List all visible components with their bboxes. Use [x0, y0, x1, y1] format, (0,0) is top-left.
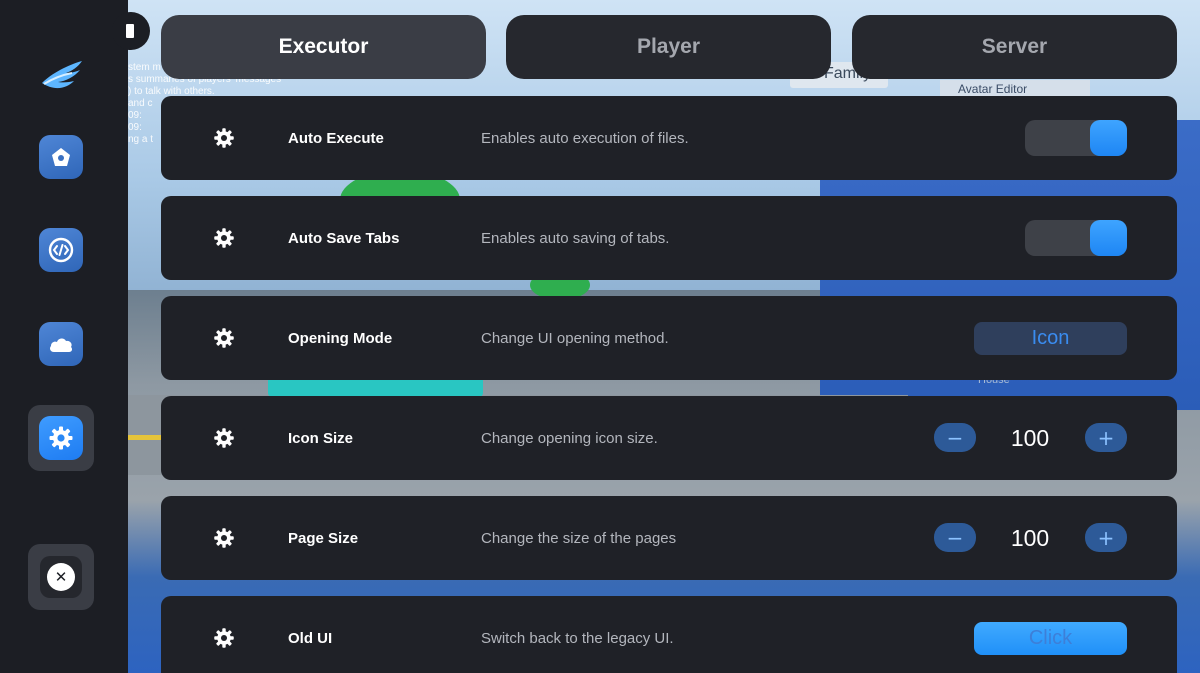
tab-label: Player [636, 35, 701, 58]
setting-description: Change the size of the pages [481, 529, 677, 547]
sidebar-item-home[interactable] [39, 135, 83, 179]
minus-icon: − [946, 425, 964, 450]
setting-title: Page Size [288, 529, 359, 547]
home-icon [52, 148, 70, 166]
opening-mode-button-label: Icon [1031, 327, 1070, 349]
setting-row-icon-size: Icon Size Change opening icon size. − 10… [161, 396, 1177, 480]
setting-row-opening-mode: Opening Mode Change UI opening method. I… [161, 296, 1177, 380]
sidebar-item-settings-inner [39, 416, 83, 460]
setting-row-old-ui: Old UI Switch back to the legacy UI. Cli… [161, 596, 1177, 673]
setting-row-auto-save-tabs: Auto Save Tabs Enables auto saving of ta… [161, 196, 1177, 280]
setting-description: Change UI opening method. [481, 329, 669, 347]
page-size-increase-button[interactable]: + [1085, 523, 1127, 552]
sign-avatar-editor-text: Avatar Editor [958, 82, 1028, 96]
setting-title: Auto Save Tabs [288, 229, 400, 247]
cloud-icon [50, 338, 73, 352]
setting-title: Auto Execute [288, 129, 384, 147]
plus-icon: + [1097, 525, 1115, 550]
page-size-value: 100 [1010, 524, 1050, 551]
gear-icon [214, 328, 234, 348]
page-size-decrease-button[interactable]: − [934, 523, 976, 552]
old-ui-button-label: Click [1028, 627, 1073, 649]
tab-player[interactable]: Player [506, 15, 831, 79]
setting-title: Opening Mode [288, 329, 393, 347]
plus-icon: + [1097, 425, 1115, 450]
old-ui-button[interactable]: Click [974, 622, 1127, 655]
sidebar-item-code[interactable] [39, 228, 83, 272]
close-icon: ✕ [47, 563, 75, 591]
tab-executor[interactable]: Executor [161, 15, 486, 79]
sidebar-item-settings[interactable] [28, 405, 94, 471]
setting-title: Icon Size [288, 429, 354, 447]
icon-size-value: 100 [1010, 424, 1050, 451]
tab-label: Executor [278, 35, 369, 58]
setting-title: Old UI [288, 629, 333, 647]
tab-server[interactable]: Server [852, 15, 1177, 79]
setting-description: Enables auto saving of tabs. [481, 229, 670, 247]
setting-row-page-size: Page Size Change the size of the pages −… [161, 496, 1177, 580]
close-button[interactable]: ✕ [28, 544, 94, 610]
icon-size-increase-button[interactable]: + [1085, 423, 1127, 452]
icon-size-decrease-button[interactable]: − [934, 423, 976, 452]
sidebar: ✕ [0, 0, 128, 673]
setting-description: Switch back to the legacy UI. [481, 629, 674, 647]
gear-icon [49, 426, 73, 450]
minus-icon: − [946, 525, 964, 550]
minimize-icon[interactable] [112, 12, 150, 50]
opening-mode-button[interactable]: Icon [974, 322, 1127, 355]
gear-icon [214, 228, 234, 248]
setting-row-auto-execute: Auto Execute Enables auto execution of f… [161, 96, 1177, 180]
gear-icon [214, 428, 234, 448]
sidebar-item-cloud[interactable] [39, 322, 83, 366]
code-icon [48, 237, 74, 263]
app-logo-icon [42, 61, 82, 89]
tab-label: Server [981, 35, 1048, 58]
toggle-knob [1090, 220, 1127, 256]
auto-save-tabs-toggle[interactable] [1025, 220, 1127, 256]
toggle-knob [1090, 120, 1127, 156]
auto-execute-toggle[interactable] [1025, 120, 1127, 156]
setting-description: Enables auto execution of files. [481, 129, 689, 147]
gear-icon [214, 128, 234, 148]
setting-description: Change opening icon size. [481, 429, 658, 447]
gear-icon [214, 528, 234, 548]
close-button-inner: ✕ [40, 556, 82, 598]
gear-icon [214, 628, 234, 648]
